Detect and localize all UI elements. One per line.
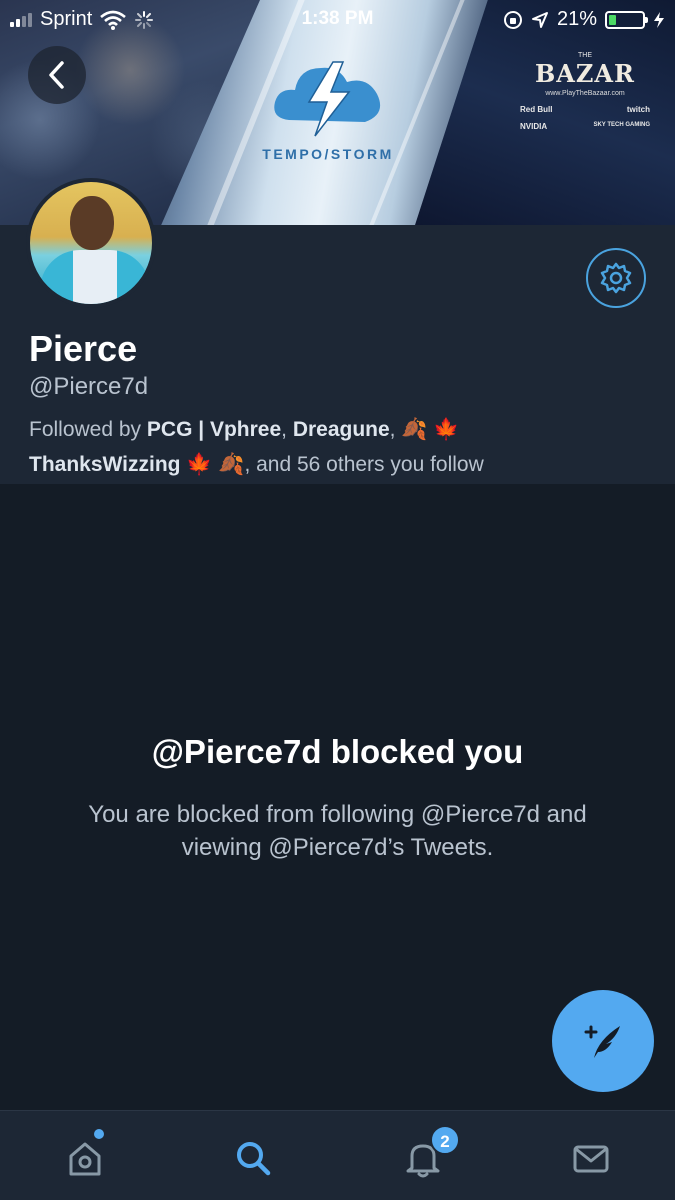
sponsor-prefix: THE <box>578 52 592 59</box>
gear-icon <box>600 262 632 294</box>
sponsor-block: THE BAZAR www.PlayTheBazaar.com Red Bull… <box>520 52 650 131</box>
sponsor-skytech: SKY TECH GAMING <box>593 122 650 128</box>
rotation-lock-icon <box>503 10 522 29</box>
back-arrow-icon <box>49 61 64 89</box>
battery-level <box>609 14 616 25</box>
home-icon <box>69 1142 101 1176</box>
sponsor-redbull: Red Bull <box>520 105 553 114</box>
emoji: 🍂 🍁 <box>401 418 460 441</box>
followed-by-text[interactable]: Followed by PCG | Vphree, Dreagune, 🍂 🍁 T… <box>29 412 649 482</box>
settings-button[interactable] <box>586 248 646 308</box>
charging-bolt-icon <box>654 11 664 28</box>
compose-tweet-button[interactable] <box>552 990 654 1092</box>
brand-text: TEMPO/STORM <box>262 146 394 162</box>
status-bar: Sprint 1:38 PM 21% <box>0 0 675 40</box>
tab-messages[interactable] <box>566 1133 616 1183</box>
followed-user-link[interactable]: ThanksWizzing <box>29 453 180 476</box>
battery-icon <box>605 10 648 29</box>
blocked-description: You are blocked from following @Pierce7d… <box>88 801 587 861</box>
sponsor-nvidia: NVIDIA <box>520 122 548 131</box>
storm-cloud-icon <box>274 61 381 137</box>
tempo-storm-logo: TEMPO/STORM <box>258 58 398 162</box>
bottom-tab-bar: 2 <box>0 1110 675 1200</box>
compose-tweet-icon <box>584 1025 620 1058</box>
back-button[interactable] <box>28 46 86 104</box>
avatar[interactable] <box>26 178 156 308</box>
notifications-badge: 2 <box>430 1125 460 1155</box>
blocked-title: @Pierce7d blocked you <box>151 733 524 770</box>
emoji: 🍁 🍂 <box>180 453 245 476</box>
followed-user-link[interactable]: Dreagune <box>293 418 390 441</box>
location-arrow-icon <box>531 11 548 28</box>
followed-user-link[interactable]: PCG | Vphree <box>147 418 281 441</box>
battery-percent: 21% <box>556 8 597 30</box>
home-unread-dot <box>94 1129 104 1139</box>
profile-handle: @Pierce7d <box>29 373 149 400</box>
tab-search[interactable] <box>228 1133 278 1183</box>
mail-icon <box>573 1145 609 1173</box>
profile-name: Pierce <box>29 328 138 369</box>
search-icon <box>237 1142 271 1176</box>
sponsor-bazar-logo: BAZAR <box>535 59 635 88</box>
sponsor-url: www.PlayTheBazaar.com <box>545 90 625 97</box>
tab-home[interactable] <box>60 1133 110 1183</box>
sponsor-twitch: twitch <box>626 105 650 114</box>
